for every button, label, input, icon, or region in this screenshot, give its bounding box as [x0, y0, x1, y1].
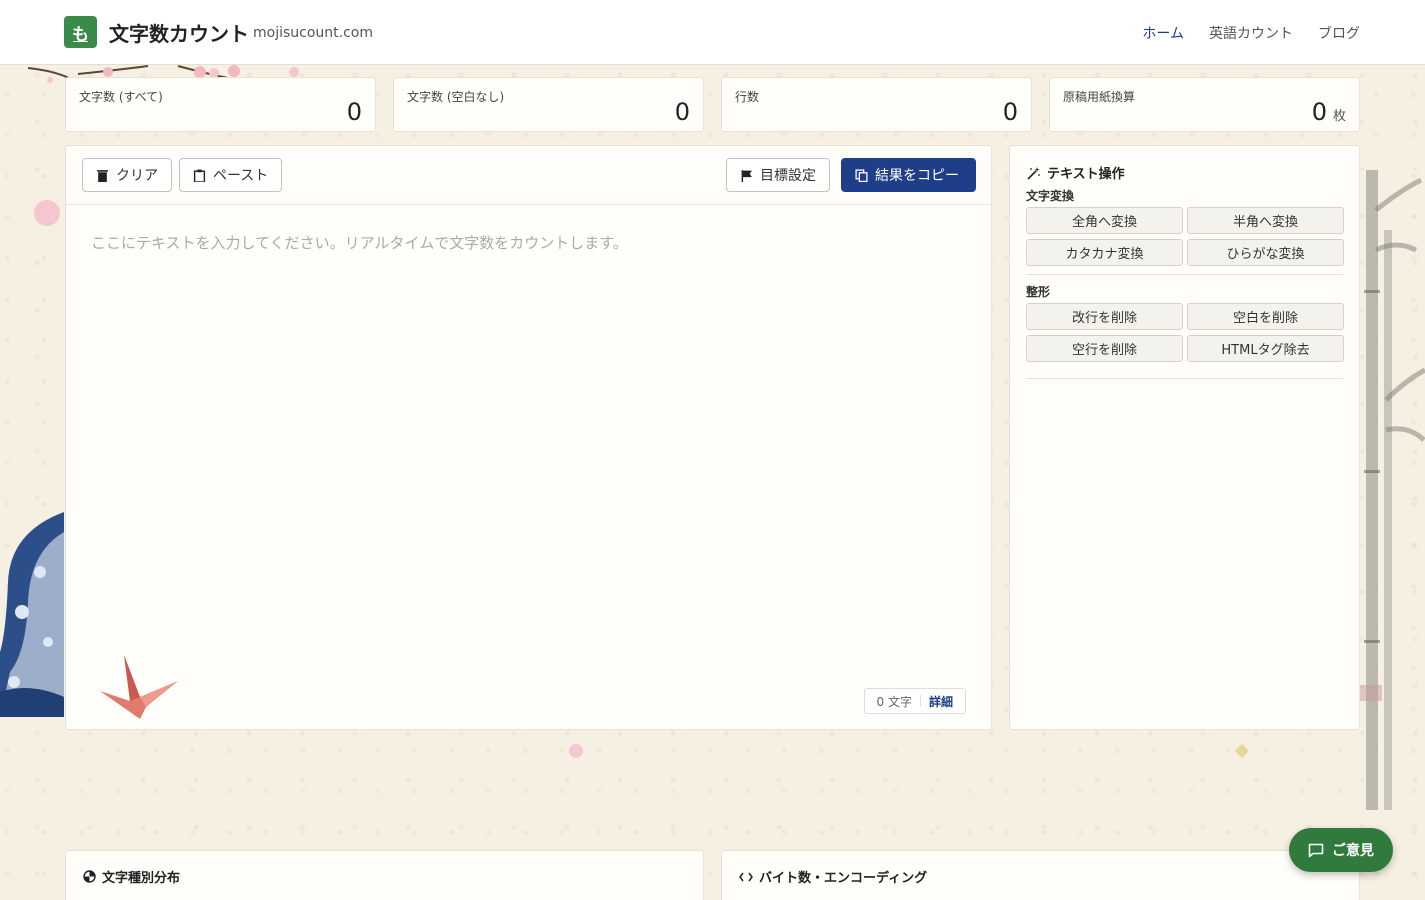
to-hiragana-button[interactable]: ひらがな変換: [1187, 239, 1344, 266]
site-title[interactable]: 文字数カウント: [109, 18, 249, 47]
flag-icon: [741, 169, 752, 182]
paste-button[interactable]: ペースト: [179, 158, 283, 192]
section-label-format: 整形: [1026, 285, 1051, 299]
logo-icon[interactable]: も: [64, 16, 97, 48]
clipboard-icon: [193, 169, 206, 182]
editor-toolbar: クリア ペースト 目標設定 結果をコピー: [66, 146, 991, 205]
goal-setting-button[interactable]: 目標設定: [726, 158, 830, 192]
stat-label: 原稿用紙換算: [1063, 90, 1136, 104]
stat-label: 文字数 (すべて): [79, 90, 163, 104]
char-counter-chip: 0 文字 詳細: [863, 688, 966, 714]
nav-blog[interactable]: ブログ: [1318, 23, 1360, 43]
card-title: 文字種別分布: [83, 867, 180, 886]
chat-bubble-icon: [1308, 843, 1324, 857]
petal-decoration: [569, 744, 583, 758]
nav-home[interactable]: ホーム: [1142, 23, 1184, 43]
copy-label: 結果をコピー: [875, 168, 959, 184]
stat-label: 行数: [735, 90, 760, 104]
clear-button[interactable]: クリア: [82, 158, 172, 192]
stat-label: 文字数 (空白なし): [407, 90, 505, 104]
trash-icon: [97, 169, 108, 182]
goal-label: 目標設定: [760, 168, 816, 184]
stat-chars-all: 文字数 (すべて) 0: [65, 77, 376, 132]
stat-value: 0: [1002, 98, 1018, 126]
paste-label: ペースト: [213, 168, 269, 184]
main-nav: ホーム 英語カウント ブログ: [1142, 23, 1360, 43]
feedback-label: ご意見: [1332, 843, 1374, 859]
distribution-title: 文字種別分布: [102, 871, 181, 886]
petal-decoration: [1234, 743, 1250, 759]
stat-unit: 枚: [1332, 109, 1346, 124]
nav-english-count[interactable]: 英語カウント: [1209, 23, 1293, 43]
feedback-button[interactable]: ご意見: [1289, 828, 1393, 872]
strip-html-tags-button[interactable]: HTMLタグ除去: [1187, 335, 1344, 362]
char-counter: 0 文字: [876, 694, 912, 709]
to-fullwidth-button[interactable]: 全角へ変換: [1026, 207, 1183, 234]
stat-chars-no-space: 文字数 (空白なし) 0: [393, 77, 704, 132]
stat-value: 0: [346, 98, 362, 126]
editor-panel: クリア ペースト 目標設定 結果をコピー ここにテキストを入力してください。リア…: [65, 145, 992, 730]
copy-result-button[interactable]: 結果をコピー: [841, 158, 976, 192]
bytes-title: バイト数・エンコーディング: [759, 871, 928, 886]
clear-label: クリア: [116, 168, 158, 184]
great-wave-decoration: [0, 512, 64, 717]
to-katakana-button[interactable]: カタカナ変換: [1026, 239, 1183, 266]
pie-chart-icon: [83, 870, 96, 883]
petal-decoration: [34, 200, 60, 226]
text-operations-panel: テキスト操作 文字変換 全角へ変換 半角へ変換 カタカナ変換 ひらがな変換 整形…: [1009, 145, 1360, 730]
stat-value: 0: [674, 98, 690, 126]
paper-crane-decoration: [100, 655, 178, 719]
byte-encoding-card: バイト数・エンコーディング: [721, 850, 1360, 900]
section-label-convert: 文字変換: [1026, 189, 1075, 203]
to-halfwidth-button[interactable]: 半角へ変換: [1187, 207, 1344, 234]
char-type-distribution-card: 文字種別分布: [65, 850, 704, 900]
site-header: も 文字数カウント mojisucount.com ホーム 英語カウント ブログ: [0, 0, 1425, 65]
panel-title: テキスト操作: [1027, 163, 1125, 182]
detail-link[interactable]: 詳細: [929, 693, 953, 710]
copy-icon: [855, 168, 868, 182]
card-title: バイト数・エンコーディング: [739, 867, 927, 886]
remove-newlines-button[interactable]: 改行を削除: [1026, 303, 1183, 330]
text-input-area[interactable]: ここにテキストを入力してください。リアルタイムで文字数をカウントします。: [91, 232, 628, 253]
panel-title-text: テキスト操作: [1047, 167, 1125, 182]
magic-wand-icon: [1027, 166, 1040, 180]
stat-lines: 行数 0: [721, 77, 1032, 132]
stat-value: 0枚: [1311, 98, 1346, 126]
remove-spaces-button[interactable]: 空白を削除: [1187, 303, 1344, 330]
divider: [1026, 378, 1343, 379]
stat-manuscript-pages: 原稿用紙換算 0枚: [1049, 77, 1360, 132]
remove-blank-lines-button[interactable]: 空行を削除: [1026, 335, 1183, 362]
site-domain: mojisucount.com: [253, 25, 373, 41]
code-icon: [739, 872, 753, 881]
divider: [1026, 274, 1343, 275]
